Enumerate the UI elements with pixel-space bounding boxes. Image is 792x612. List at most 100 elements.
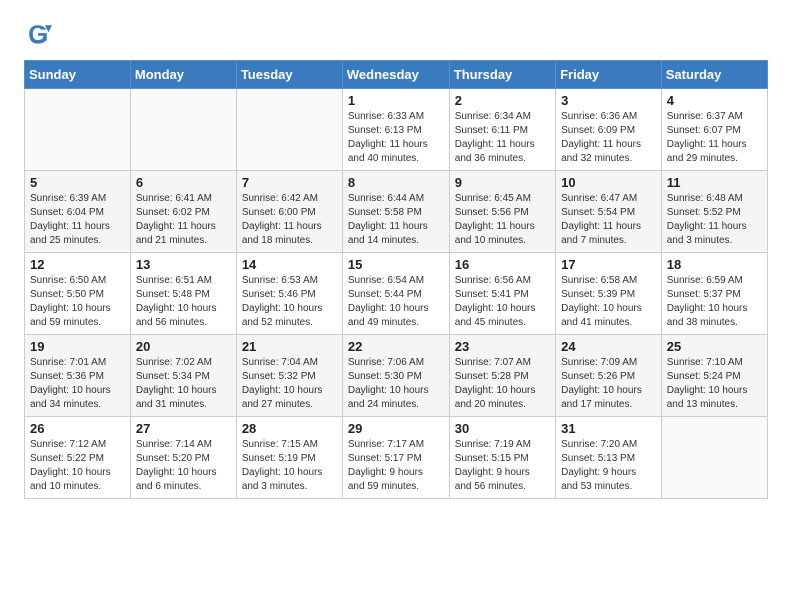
calendar-cell: 25Sunrise: 7:10 AM Sunset: 5:24 PM Dayli… (661, 335, 767, 417)
day-number: 31 (561, 421, 656, 436)
calendar-table: SundayMondayTuesdayWednesdayThursdayFrid… (24, 60, 768, 499)
day-number: 18 (667, 257, 762, 272)
day-number: 19 (30, 339, 125, 354)
calendar-cell: 3 Sunrise: 6:36 AM Sunset: 6:09 PM Daylig… (556, 89, 662, 171)
day-detail: Sunrise: 6:33 AM Sunset: 6:13 PM Dayligh… (348, 110, 444, 166)
calendar-cell: 6Sunrise: 6:41 AM Sunset: 6:02 PM Daylig… (130, 171, 236, 253)
day-detail: Sunrise: 6:45 AM Sunset: 5:56 PM Dayligh… (455, 192, 550, 248)
day-number: 30 (455, 421, 550, 436)
calendar-week-2: 12 Sunrise: 6:50 AM Sunset: 5:50 PM Dayli… (25, 253, 768, 335)
weekday-header-friday: Friday (556, 61, 662, 89)
calendar-cell: 30 Sunrise: 7:19 AM Sunset: 5:15 PM Dayli… (449, 417, 555, 499)
day-detail: Sunrise: 6:34 AM Sunset: 6:11 PM Dayligh… (455, 110, 550, 166)
calendar-header: SundayMondayTuesdayWednesdayThursdayFrid… (25, 61, 768, 89)
day-detail: Sunrise: 7:12 AM Sunset: 5:22 PM Dayligh… (30, 438, 125, 494)
day-number: 17 (561, 257, 656, 272)
calendar-cell: 17 Sunrise: 6:58 AM Sunset: 5:39 PM Dayli… (556, 253, 662, 335)
day-number: 23 (455, 339, 550, 354)
calendar-cell: 28 Sunrise: 7:15 AM Sunset: 5:19 PM Dayli… (236, 417, 342, 499)
day-detail: Sunrise: 6:44 AM Sunset: 5:58 PM Dayligh… (348, 192, 444, 248)
day-number: 29 (348, 421, 444, 436)
day-number: 5 (30, 175, 125, 190)
day-number: 26 (30, 421, 125, 436)
day-number: 25 (667, 339, 762, 354)
calendar-week-1: 5Sunrise: 6:39 AM Sunset: 6:04 PM Daylig… (25, 171, 768, 253)
calendar-cell: 7Sunrise: 6:42 AM Sunset: 6:00 PM Daylig… (236, 171, 342, 253)
day-number: 3 (561, 93, 656, 108)
calendar-cell: 1 Sunrise: 6:33 AM Sunset: 6:13 PM Daylig… (342, 89, 449, 171)
day-number: 10 (561, 175, 656, 190)
day-number: 16 (455, 257, 550, 272)
weekday-row: SundayMondayTuesdayWednesdayThursdayFrid… (25, 61, 768, 89)
calendar-week-3: 19 Sunrise: 7:01 AM Sunset: 5:36 PM Dayli… (25, 335, 768, 417)
day-detail: Sunrise: 7:15 AM Sunset: 5:19 PM Dayligh… (242, 438, 337, 494)
calendar-cell: 24Sunrise: 7:09 AM Sunset: 5:26 PM Dayli… (556, 335, 662, 417)
calendar-cell: 14 Sunrise: 6:53 AM Sunset: 5:46 PM Dayli… (236, 253, 342, 335)
calendar-cell: 19 Sunrise: 7:01 AM Sunset: 5:36 PM Dayli… (25, 335, 131, 417)
day-number: 1 (348, 93, 444, 108)
day-detail: Sunrise: 7:04 AM Sunset: 5:32 PM Dayligh… (242, 356, 337, 412)
day-detail: Sunrise: 7:06 AM Sunset: 5:30 PM Dayligh… (348, 356, 444, 412)
day-number: 13 (136, 257, 231, 272)
day-detail: Sunrise: 6:37 AM Sunset: 6:07 PM Dayligh… (667, 110, 762, 166)
calendar-cell: 4 Sunrise: 6:37 AM Sunset: 6:07 PM Daylig… (661, 89, 767, 171)
day-number: 27 (136, 421, 231, 436)
day-detail: Sunrise: 6:51 AM Sunset: 5:48 PM Dayligh… (136, 274, 231, 330)
calendar-cell: 11 Sunrise: 6:48 AM Sunset: 5:52 PM Dayli… (661, 171, 767, 253)
day-number: 9 (455, 175, 550, 190)
day-detail: Sunrise: 7:07 AM Sunset: 5:28 PM Dayligh… (455, 356, 550, 412)
day-detail: Sunrise: 6:53 AM Sunset: 5:46 PM Dayligh… (242, 274, 337, 330)
calendar-cell: 23 Sunrise: 7:07 AM Sunset: 5:28 PM Dayli… (449, 335, 555, 417)
day-detail: Sunrise: 6:56 AM Sunset: 5:41 PM Dayligh… (455, 274, 550, 330)
header (24, 20, 768, 48)
day-detail: Sunrise: 7:14 AM Sunset: 5:20 PM Dayligh… (136, 438, 231, 494)
calendar-week-4: 26 Sunrise: 7:12 AM Sunset: 5:22 PM Dayli… (25, 417, 768, 499)
calendar-cell: 21Sunrise: 7:04 AM Sunset: 5:32 PM Dayli… (236, 335, 342, 417)
day-number: 12 (30, 257, 125, 272)
day-number: 28 (242, 421, 337, 436)
weekday-header-monday: Monday (130, 61, 236, 89)
weekday-header-sunday: Sunday (25, 61, 131, 89)
day-number: 7 (242, 175, 337, 190)
calendar-cell: 16 Sunrise: 6:56 AM Sunset: 5:41 PM Dayli… (449, 253, 555, 335)
day-detail: Sunrise: 7:09 AM Sunset: 5:26 PM Dayligh… (561, 356, 656, 412)
day-detail: Sunrise: 6:59 AM Sunset: 5:37 PM Dayligh… (667, 274, 762, 330)
day-detail: Sunrise: 7:17 AM Sunset: 5:17 PM Dayligh… (348, 438, 444, 494)
calendar-cell (661, 417, 767, 499)
calendar-cell: 12 Sunrise: 6:50 AM Sunset: 5:50 PM Dayli… (25, 253, 131, 335)
day-detail: Sunrise: 7:20 AM Sunset: 5:13 PM Dayligh… (561, 438, 656, 494)
calendar-body: 1 Sunrise: 6:33 AM Sunset: 6:13 PM Daylig… (25, 89, 768, 499)
day-detail: Sunrise: 7:02 AM Sunset: 5:34 PM Dayligh… (136, 356, 231, 412)
logo (24, 20, 56, 48)
calendar-cell (130, 89, 236, 171)
weekday-header-thursday: Thursday (449, 61, 555, 89)
calendar-cell: 9 Sunrise: 6:45 AM Sunset: 5:56 PM Daylig… (449, 171, 555, 253)
day-detail: Sunrise: 6:50 AM Sunset: 5:50 PM Dayligh… (30, 274, 125, 330)
day-detail: Sunrise: 6:36 AM Sunset: 6:09 PM Dayligh… (561, 110, 656, 166)
calendar-cell: 22Sunrise: 7:06 AM Sunset: 5:30 PM Dayli… (342, 335, 449, 417)
calendar-cell: 5Sunrise: 6:39 AM Sunset: 6:04 PM Daylig… (25, 171, 131, 253)
day-detail: Sunrise: 6:58 AM Sunset: 5:39 PM Dayligh… (561, 274, 656, 330)
calendar-cell: 8Sunrise: 6:44 AM Sunset: 5:58 PM Daylig… (342, 171, 449, 253)
calendar-cell: 20Sunrise: 7:02 AM Sunset: 5:34 PM Dayli… (130, 335, 236, 417)
day-number: 15 (348, 257, 444, 272)
day-detail: Sunrise: 7:01 AM Sunset: 5:36 PM Dayligh… (30, 356, 125, 412)
page: SundayMondayTuesdayWednesdayThursdayFrid… (0, 0, 792, 519)
logo-icon (24, 20, 52, 48)
weekday-header-saturday: Saturday (661, 61, 767, 89)
calendar-week-0: 1 Sunrise: 6:33 AM Sunset: 6:13 PM Daylig… (25, 89, 768, 171)
calendar-cell (236, 89, 342, 171)
calendar-cell: 2Sunrise: 6:34 AM Sunset: 6:11 PM Daylig… (449, 89, 555, 171)
day-detail: Sunrise: 7:19 AM Sunset: 5:15 PM Dayligh… (455, 438, 550, 494)
calendar-cell: 15 Sunrise: 6:54 AM Sunset: 5:44 PM Dayli… (342, 253, 449, 335)
calendar-cell: 27 Sunrise: 7:14 AM Sunset: 5:20 PM Dayli… (130, 417, 236, 499)
day-detail: Sunrise: 6:48 AM Sunset: 5:52 PM Dayligh… (667, 192, 762, 248)
weekday-header-wednesday: Wednesday (342, 61, 449, 89)
calendar-cell: 26 Sunrise: 7:12 AM Sunset: 5:22 PM Dayli… (25, 417, 131, 499)
calendar-cell: 10Sunrise: 6:47 AM Sunset: 5:54 PM Dayli… (556, 171, 662, 253)
day-detail: Sunrise: 6:54 AM Sunset: 5:44 PM Dayligh… (348, 274, 444, 330)
day-number: 11 (667, 175, 762, 190)
day-number: 4 (667, 93, 762, 108)
day-number: 14 (242, 257, 337, 272)
calendar-cell (25, 89, 131, 171)
